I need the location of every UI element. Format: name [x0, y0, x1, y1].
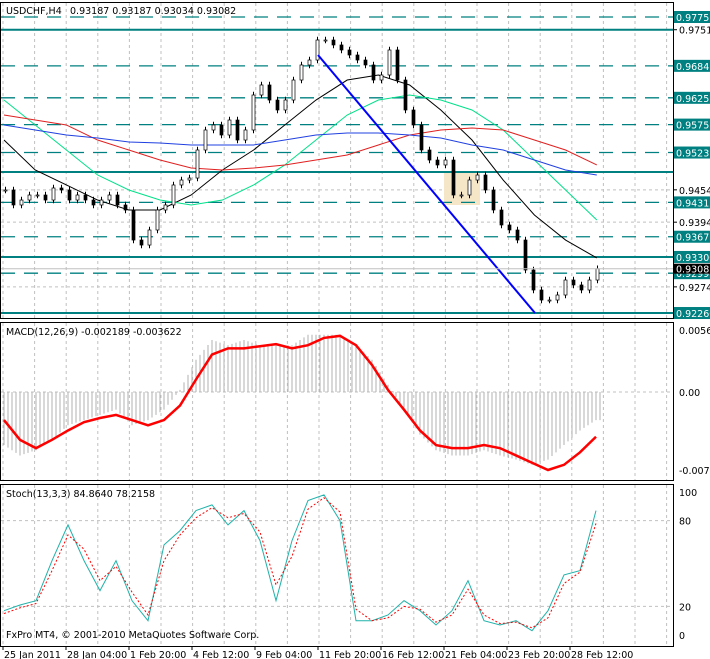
price-level-badge-text: 0.95755: [676, 121, 710, 132]
time-axis-label: 11 Feb 20:00: [319, 650, 381, 659]
candle: [171, 181, 176, 209]
candle: [251, 91, 256, 134]
candle: [267, 81, 272, 104]
candle: [315, 36, 320, 64]
candle: [451, 156, 456, 199]
candle: [227, 116, 232, 139]
macd-axis-label: -0.00734: [679, 466, 710, 477]
time-axis-label: 9 Feb 04:00: [256, 650, 312, 659]
price-axis-label: 0.94545: [679, 186, 710, 197]
candle: [235, 116, 240, 144]
macd-axis-label: 0.00: [679, 388, 700, 399]
candle: [203, 126, 208, 154]
candle: [291, 76, 296, 104]
candle: [195, 146, 200, 182]
stoch-axis-label: 0: [679, 631, 685, 642]
mt4-chart[interactable]: 0.97515 0.94545 0.93945 0.92745 0.97751 0.968…: [0, 0, 710, 659]
candle: [371, 61, 376, 84]
candle: [483, 171, 488, 194]
time-axis-label: 28 Jan 04:00: [67, 650, 127, 659]
candle: [411, 106, 416, 129]
price-panel: [0, 2, 674, 319]
stoch-title: Stoch(13,3,3) 84.8640 78.2158: [6, 489, 155, 500]
price-axis-label: 0.97515: [679, 26, 710, 37]
candle: [499, 206, 504, 229]
time-axis-label: 16 Feb 12:00: [382, 650, 444, 659]
candle: [147, 226, 152, 249]
candle: [531, 266, 536, 294]
price-level-badge-text: 0.96252: [676, 94, 710, 105]
highlight-zone: [444, 171, 480, 205]
ohlc-values: 0.93187 0.93187 0.93034 0.93082: [70, 6, 236, 17]
candle: [419, 121, 424, 154]
stoch-axis-label: 20: [679, 602, 691, 613]
macd-title: MACD(12,26,9) -0.002189 -0.003622: [6, 327, 182, 338]
price-level-badge-text: 0.95237: [676, 149, 710, 160]
time-axis-label: 23 Feb 20:00: [508, 650, 570, 659]
time-axis-label: 4 Feb 12:00: [193, 650, 249, 659]
time-axis-label: 21 Feb 04:00: [445, 650, 507, 659]
candle: [563, 276, 568, 299]
macd-axis-label: 0.00567: [679, 326, 710, 337]
candle: [155, 206, 160, 234]
price-level-badge-text: 0.93300: [676, 253, 710, 264]
symbol-title: USDCHF,H4: [6, 6, 62, 17]
stoch-axis-label: 100: [679, 488, 697, 499]
price-axis-label: 0.92745: [679, 283, 710, 294]
price-level-badge-text: 0.96845: [676, 62, 710, 73]
candle: [395, 46, 400, 84]
candle: [467, 176, 472, 199]
time-axis-label: 1 Feb 20:00: [130, 650, 186, 659]
candle: [11, 186, 16, 209]
price-level-badge-text: 0.94312: [676, 198, 710, 209]
copyright-text: FxPro MT4, © 2001-2010 MetaQuotes Softwa…: [6, 630, 259, 641]
time-axis-label: 25 Jan 2011: [4, 650, 61, 659]
candle: [403, 76, 408, 114]
time-axis-label: 28 Feb 12:00: [571, 650, 633, 659]
stoch-axis-label: 80: [679, 517, 691, 528]
candle: [131, 206, 136, 244]
price-level-badge-text: 0.92260: [676, 309, 710, 320]
current-price-text: 0.93082: [676, 265, 710, 276]
candle: [523, 236, 528, 274]
candle: [387, 46, 392, 79]
candle: [299, 61, 304, 84]
candle: [491, 186, 496, 214]
price-level-badge-text: 0.97751: [676, 13, 710, 24]
price-axis-label: 0.93945: [679, 218, 710, 229]
price-level-badge-text: 0.93675: [676, 233, 710, 244]
